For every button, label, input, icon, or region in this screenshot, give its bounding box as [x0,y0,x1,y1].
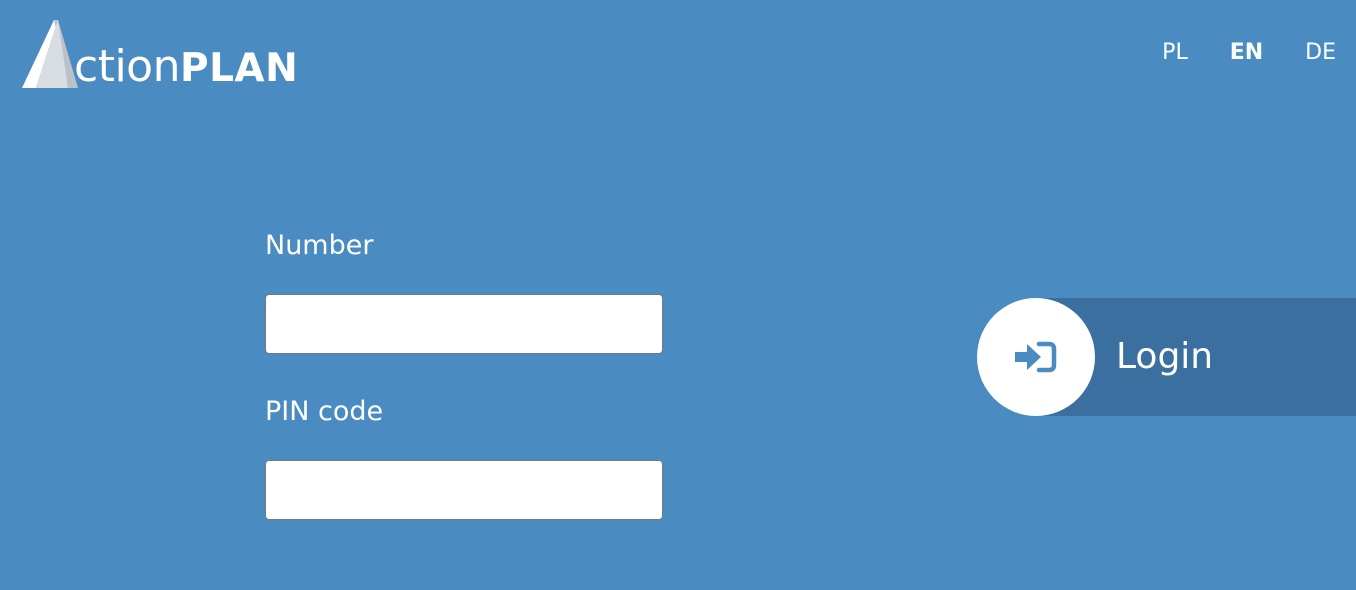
app-logo: ction PLAN [22,18,298,89]
number-label: Number [265,230,374,261]
number-input[interactable] [265,294,663,354]
login-label: Login [1116,336,1214,377]
pin-label: PIN code [265,396,384,427]
logo-text-bold: PLAN [179,46,299,91]
lang-option-pl[interactable]: PL [1162,40,1188,66]
lang-option-de[interactable]: DE [1305,40,1336,66]
language-switcher: PL EN DE [1162,40,1336,66]
login-button[interactable]: Login [977,298,1356,416]
login-icon-circle [977,298,1095,416]
actionplan-a-logo-icon [22,20,78,88]
pin-input[interactable] [265,460,663,520]
sign-in-icon [1015,341,1057,373]
logo-wordmark: ction PLAN [74,45,298,89]
logo-text-light: ction [74,41,180,92]
login-form: Number PIN code [265,228,663,520]
lang-option-en[interactable]: EN [1230,40,1263,66]
